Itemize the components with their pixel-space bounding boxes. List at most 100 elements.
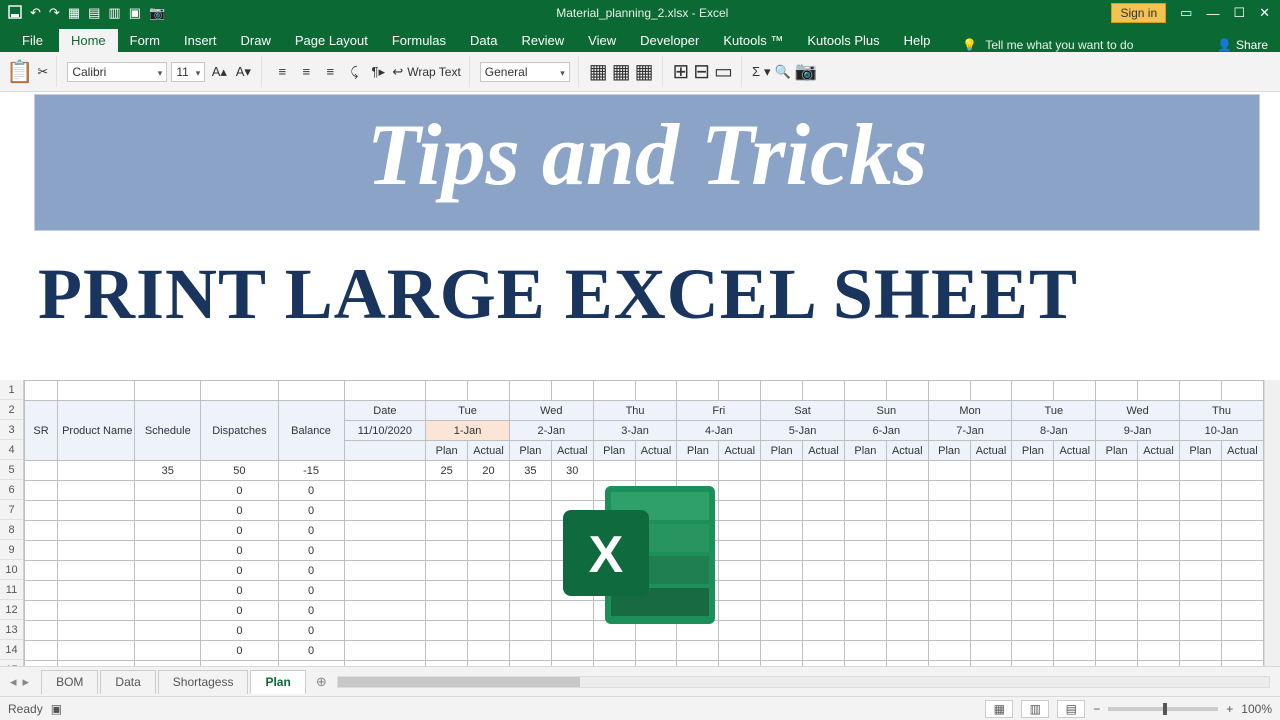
col-header[interactable]: Dispatches [201,401,278,461]
cell[interactable] [1179,581,1221,601]
cell[interactable] [1096,521,1138,541]
cell[interactable] [677,641,719,661]
horizontal-scrollbar[interactable] [337,676,1270,688]
row-header[interactable]: 7 [0,500,23,520]
cell[interactable] [1138,561,1180,581]
decrease-font-icon[interactable]: A▾ [233,62,253,82]
plan-header[interactable]: Plan [1012,441,1054,461]
cell[interactable] [803,601,845,621]
cell[interactable] [761,461,803,481]
cell[interactable] [509,521,551,541]
day-header[interactable]: Sat [761,401,845,421]
sheet-nav[interactable]: ◂▸ [0,674,39,690]
find-icon[interactable]: 🔍 [775,64,791,80]
cell[interactable] [761,481,803,501]
row-header[interactable]: 9 [0,540,23,560]
cell[interactable] [886,461,928,481]
cell[interactable] [1054,481,1096,501]
plan-header[interactable]: Plan [509,441,551,461]
maximize-icon[interactable]: ☐ [1233,5,1245,21]
cell[interactable] [719,541,761,561]
cell[interactable] [1054,381,1096,401]
row-header[interactable]: 6 [0,480,23,500]
cell[interactable] [844,381,886,401]
cell[interactable] [1221,601,1263,621]
col-header[interactable]: Schedule [135,401,201,461]
cell[interactable] [970,601,1012,621]
date-col[interactable]: 3-Jan [593,421,677,441]
cell[interactable] [1221,481,1263,501]
cell[interactable] [635,381,677,401]
date-col[interactable]: 6-Jan [844,421,928,441]
nav-next-icon[interactable]: ▸ [23,674,30,690]
row-header[interactable]: 11 [0,580,23,600]
cell[interactable] [135,521,201,541]
ribbon-tab-data[interactable]: Data [458,29,509,52]
ribbon-tab-file[interactable]: File [6,29,59,52]
share-button[interactable]: 👤 Share [1205,38,1280,52]
plan-header[interactable]: Plan [1179,441,1221,461]
cell[interactable] [1221,501,1263,521]
cell[interactable] [468,381,510,401]
cell[interactable] [803,621,845,641]
cell[interactable] [135,641,201,661]
cell[interactable] [58,381,135,401]
cell[interactable] [468,621,510,641]
cell[interactable] [1179,461,1221,481]
cell[interactable] [1096,581,1138,601]
cell[interactable]: 30 [551,461,593,481]
align-bottom-icon[interactable]: ≡ [320,62,340,82]
cell[interactable] [58,601,135,621]
row-header[interactable]: 14 [0,640,23,660]
cell[interactable] [886,641,928,661]
cell[interactable] [58,501,135,521]
ltr-icon[interactable]: ¶▸ [368,62,388,82]
cell[interactable] [468,601,510,621]
cell[interactable] [509,641,551,661]
balance-cell[interactable]: 0 [278,541,344,561]
cell[interactable] [886,561,928,581]
cell[interactable] [970,521,1012,541]
cell[interactable] [719,581,761,601]
dispatches-cell[interactable]: 0 [201,481,278,501]
actual-header[interactable]: Actual [1221,441,1263,461]
date-col[interactable]: 1-Jan [426,421,510,441]
cell[interactable]: 35 [509,461,551,481]
date-col[interactable]: 4-Jan [677,421,761,441]
cell[interactable] [509,621,551,641]
cell[interactable] [719,501,761,521]
cell[interactable] [1012,461,1054,481]
cell[interactable] [1179,541,1221,561]
redo-icon[interactable]: ↷ [49,5,60,21]
cell[interactable] [58,621,135,641]
cell[interactable] [25,381,58,401]
dispatches-cell[interactable]: 0 [201,521,278,541]
cell[interactable] [509,581,551,601]
balance-cell[interactable]: 0 [278,501,344,521]
cell[interactable] [1179,561,1221,581]
dispatches-cell[interactable]: 0 [201,641,278,661]
cell[interactable] [135,601,201,621]
orientation-icon[interactable]: ⤹ [344,62,364,82]
cell[interactable] [278,381,344,401]
date-value[interactable]: 11/10/2020 [344,421,426,441]
record-macro-icon[interactable]: ▣ [51,702,62,716]
cell[interactable] [844,501,886,521]
cell[interactable] [509,381,551,401]
cell[interactable] [928,381,970,401]
balance-cell[interactable]: -15 [278,461,344,481]
delete-cells-icon[interactable]: ⊟ [693,59,710,84]
cell[interactable] [1096,501,1138,521]
ribbon-tab-page-layout[interactable]: Page Layout [283,29,380,52]
cell[interactable] [135,541,201,561]
cell[interactable] [344,381,426,401]
number-format-select[interactable]: General [480,62,570,82]
vertical-scrollbar[interactable] [1264,380,1280,666]
date-col[interactable]: 8-Jan [1012,421,1096,441]
cell[interactable] [1012,501,1054,521]
cell[interactable] [1179,501,1221,521]
cell[interactable] [1054,641,1096,661]
cell[interactable] [58,481,135,501]
ribbon-tab-insert[interactable]: Insert [172,29,229,52]
cell[interactable] [58,641,135,661]
